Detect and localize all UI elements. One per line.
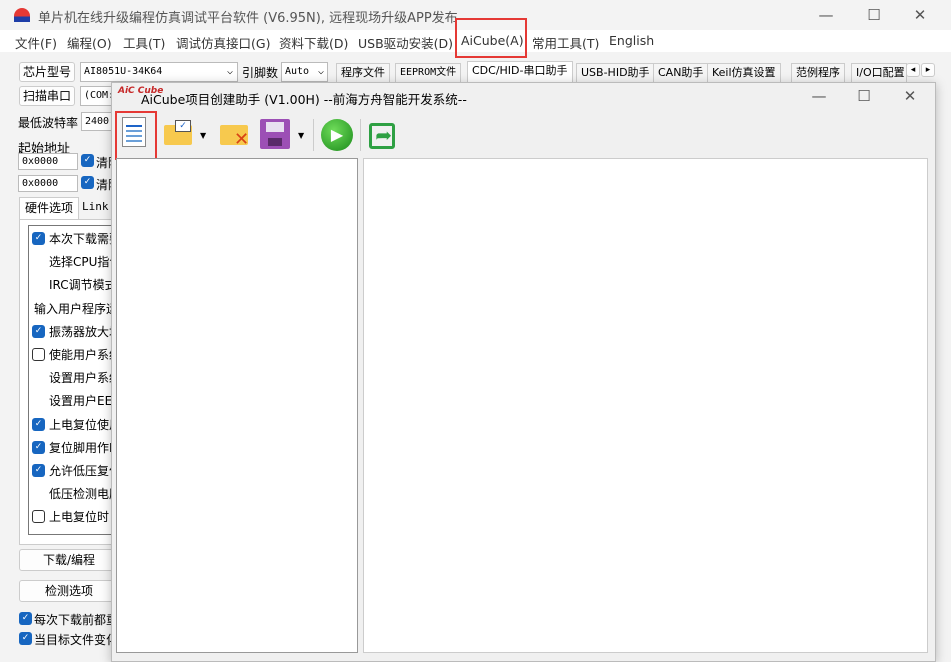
auto-reload-checkbox[interactable]: ✓ <box>19 632 32 645</box>
start-address-input-2[interactable]: 0x0000 <box>18 175 78 192</box>
option-row[interactable]: 低压检测电压 <box>29 485 121 502</box>
option-checkbox[interactable] <box>32 510 45 524</box>
option-row[interactable]: 设置用户系统 <box>29 369 121 386</box>
reload-before-download-label: 每次下载前都重 <box>34 613 119 627</box>
toolbar-separator <box>360 119 361 151</box>
check-options-button[interactable]: 检测选项 <box>19 580 119 602</box>
tab-cdc-hid-serial[interactable]: CDC/HID-串口助手 <box>467 61 573 82</box>
tab-link[interactable]: Link <box>82 200 109 213</box>
chevron-down-icon: ⌵ <box>226 66 233 77</box>
dialog-close-button[interactable]: ✕ <box>887 83 933 109</box>
option-label: 选择CPU指令 <box>49 255 122 270</box>
menu-downloads[interactable]: 资料下载(D) <box>279 33 348 52</box>
option-checkbox[interactable]: ✓ <box>32 440 45 454</box>
hardware-options-panel: ✓ 本次下载需要选择CPU指令 IRC调节模式输入用户程序运 ✓ 振荡器放大增 使能用户系… <box>19 219 128 545</box>
chip-model-button[interactable]: 芯片型号 <box>19 62 75 82</box>
project-detail-panel[interactable] <box>363 158 928 653</box>
save-project-icon[interactable] <box>260 119 290 149</box>
save-dropdown-icon[interactable]: ▼ <box>298 131 304 140</box>
option-label: 设置用户系统 <box>49 371 122 386</box>
option-row[interactable]: ✓ 复位脚用作I <box>29 439 113 456</box>
dialog-minimize-button[interactable]: — <box>796 83 842 109</box>
option-checkbox[interactable]: ✓ <box>32 464 45 477</box>
option-label: IRC调节模式 <box>49 278 117 293</box>
chevron-down-icon: ⌵ <box>317 66 324 77</box>
option-row[interactable]: 上电复位时 <box>29 508 109 525</box>
baud-label: 最低波特率 <box>18 116 79 130</box>
option-row[interactable]: 使能用户系统 <box>29 346 121 363</box>
close-project-icon[interactable]: ✕ <box>220 125 249 149</box>
clear-checkbox-2[interactable]: ✓ <box>81 176 94 189</box>
download-program-button[interactable]: 下载/编程 <box>19 549 119 571</box>
open-dropdown-icon[interactable]: ▼ <box>200 131 206 140</box>
run-icon[interactable]: ▶ <box>321 119 353 151</box>
close-button[interactable]: ✕ <box>897 2 943 28</box>
scan-port-button[interactable]: 扫描串口 <box>19 86 75 106</box>
chip-model-value: AI8051U-34K64 <box>84 66 163 77</box>
dialog-maximize-button[interactable]: ☐ <box>841 83 887 109</box>
clear-checkbox-1[interactable]: ✓ <box>81 154 94 167</box>
option-checkbox[interactable]: ✓ <box>32 417 45 431</box>
tab-program-file[interactable]: 程序文件 <box>336 63 390 82</box>
reload-before-download-checkbox[interactable]: ✓ <box>19 612 32 625</box>
pins-value: Auto <box>285 66 310 77</box>
option-label: 低压检测电压 <box>49 487 122 502</box>
tab-scroll-left[interactable]: ◂ <box>906 63 920 77</box>
option-row[interactable]: 输入用户程序运 <box>29 300 118 317</box>
option-checkbox[interactable]: ✓ <box>32 324 45 338</box>
tab-io-config[interactable]: I/O口配置 <box>851 63 907 82</box>
toolbar-separator <box>313 119 314 151</box>
tab-hardware-options[interactable]: 硬件选项 <box>19 197 79 219</box>
maximize-button[interactable]: ☐ <box>851 2 897 28</box>
option-checkbox[interactable]: ✓ <box>32 232 45 245</box>
menu-program[interactable]: 编程(O) <box>67 33 112 52</box>
auto-reload-label: 当目标文件变化 <box>34 633 119 647</box>
menu-file[interactable]: 文件(F) <box>15 33 57 52</box>
option-checkbox[interactable] <box>32 348 45 361</box>
option-row[interactable]: ✓ 振荡器放大增 <box>29 323 121 340</box>
option-row[interactable]: ✓ 上电复位使用 <box>29 416 121 433</box>
aicube-menu-highlight <box>455 18 527 58</box>
dialog-title: AiCube项目创建助手 (V1.00H) --前海方舟智能开发系统-- <box>141 92 467 107</box>
menu-tools[interactable]: 工具(T) <box>123 33 165 52</box>
export-icon[interactable]: ➦ <box>369 123 395 149</box>
option-row[interactable]: 选择CPU指令 <box>29 253 121 270</box>
menu-english[interactable]: English <box>609 33 654 48</box>
minimize-button[interactable]: — <box>803 2 849 28</box>
tab-eeprom-file[interactable]: EEPROM文件 <box>395 63 462 82</box>
chip-model-select[interactable]: AI8051U-34K64 ⌵ <box>80 62 238 82</box>
option-label: 输入用户程序运 <box>34 301 119 316</box>
option-row[interactable]: ✓ 允许低压复位 <box>29 462 121 479</box>
option-row[interactable]: IRC调节模式 <box>29 276 117 293</box>
tab-keil-sim[interactable]: Keil仿真设置 <box>707 63 781 82</box>
menu-usb-driver[interactable]: USB驱动安装(D) <box>358 33 453 52</box>
window-title: 单片机在线升级编程仿真调试平台软件 (V6.95N), 远程现场升级APP发布 <box>38 11 458 26</box>
project-tree-panel[interactable] <box>116 158 358 653</box>
app-logo-icon <box>14 8 30 22</box>
tab-can[interactable]: CAN助手 <box>653 63 709 82</box>
pins-select[interactable]: Auto ⌵ <box>281 62 328 82</box>
tab-usb-hid[interactable]: USB-HID助手 <box>576 63 655 82</box>
tab-scroll-right[interactable]: ▸ <box>921 63 935 77</box>
pins-label: 引脚数 <box>242 66 279 80</box>
new-project-highlight <box>115 111 157 160</box>
tab-examples[interactable]: 范例程序 <box>791 63 845 82</box>
aicube-project-wizard-dialog: AiC Cube AiCube项目创建助手 (V1.00H) --前海方舟智能开… <box>111 82 936 662</box>
option-row[interactable]: 设置用户EEP <box>29 392 119 409</box>
open-project-icon[interactable]: ✓ <box>164 120 192 145</box>
start-address-input-1[interactable]: 0x0000 <box>18 153 78 170</box>
menu-common-tools[interactable]: 常用工具(T) <box>532 33 599 52</box>
option-row[interactable]: ✓ 本次下载需要 <box>29 230 121 247</box>
option-label: 设置用户EEP <box>49 394 120 409</box>
menu-debug-interface[interactable]: 调试仿真接口(G) <box>176 33 270 52</box>
